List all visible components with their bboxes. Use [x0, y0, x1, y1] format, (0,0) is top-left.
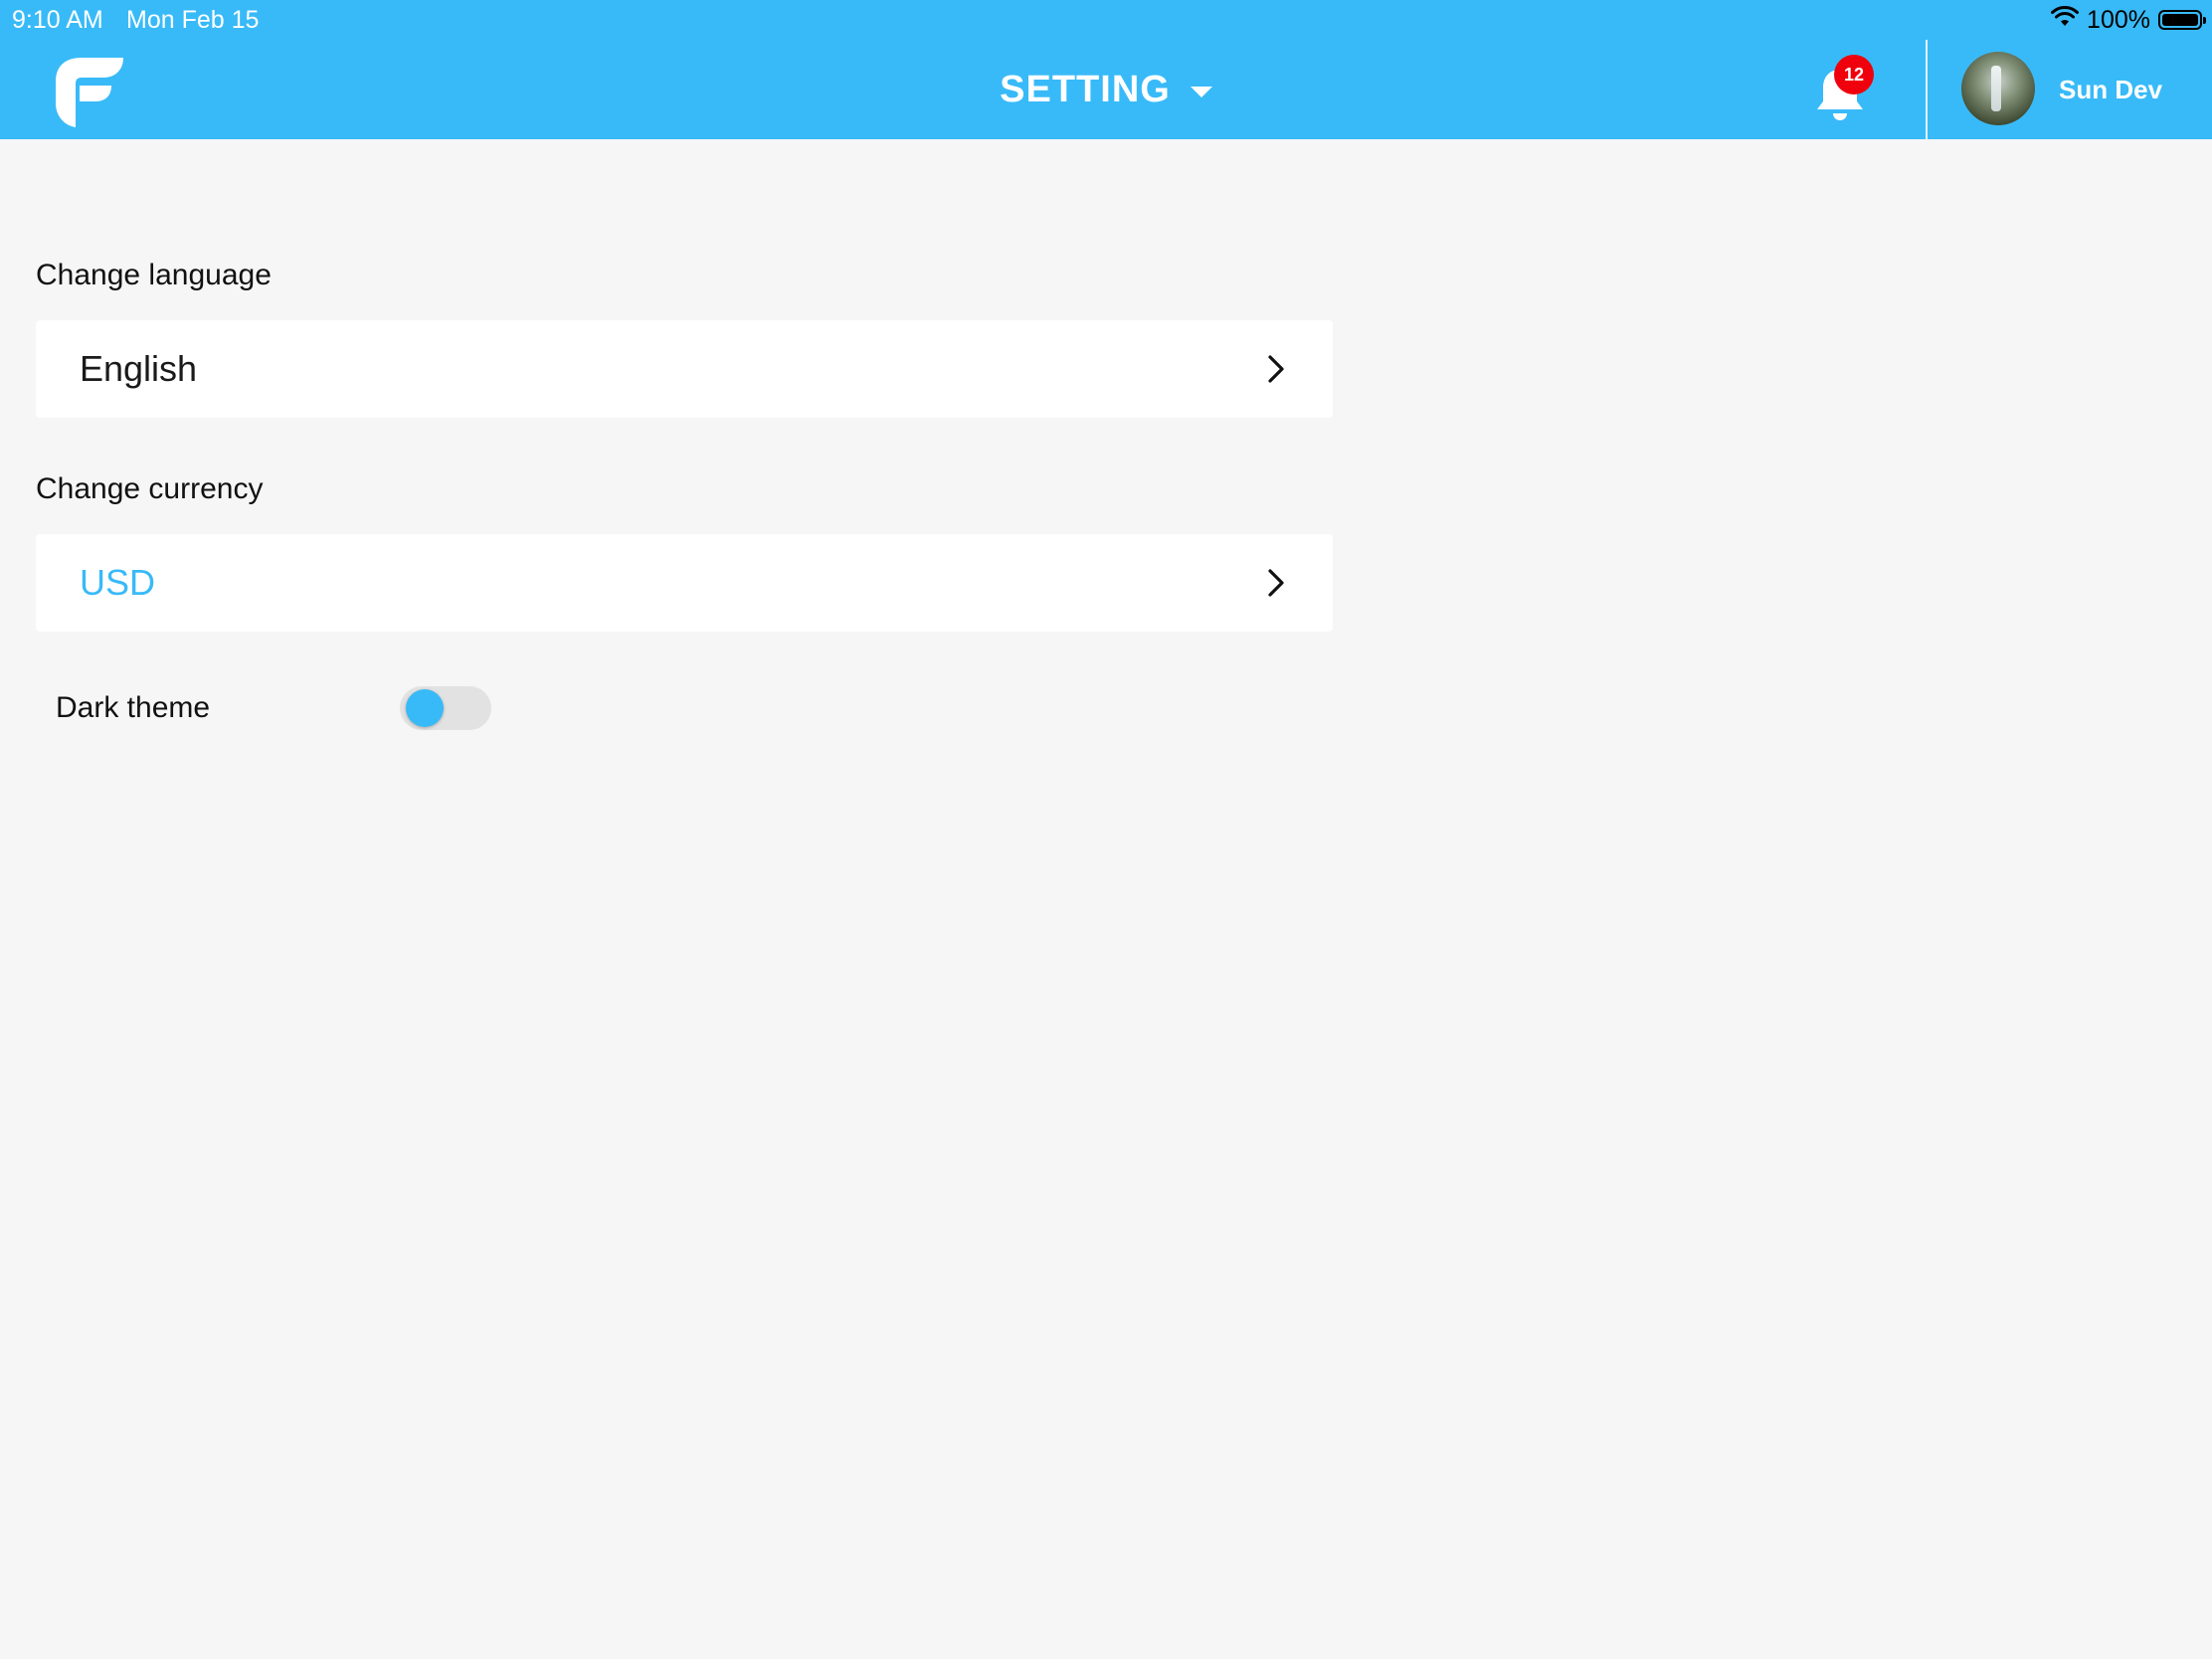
page-title-dropdown[interactable]: SETTING	[0, 62, 2212, 117]
toggle-thumb[interactable]	[406, 689, 444, 727]
language-section-label: Change language	[36, 259, 272, 291]
avatar[interactable]	[1961, 52, 2035, 125]
top-app-bar: 9:10 AM Mon Feb 15 100% SETTING 12 Sun D…	[0, 0, 2212, 139]
battery-percent: 100%	[2087, 5, 2150, 34]
battery-icon	[2158, 10, 2206, 30]
page-title: SETTING	[1000, 68, 1171, 110]
caret-down-icon	[1190, 86, 1212, 97]
user-name[interactable]: Sun Dev	[2059, 72, 2162, 107]
notification-badge[interactable]: 12	[1834, 55, 1874, 94]
currency-selector[interactable]: USD	[36, 534, 1333, 632]
dark-theme-label: Dark theme	[56, 691, 211, 724]
status-time: 9:10 AM	[12, 6, 103, 34]
status-indicators: 100%	[2051, 4, 2206, 36]
currency-value: USD	[80, 562, 156, 603]
currency-section-label: Change currency	[36, 472, 264, 505]
language-selector[interactable]: English	[36, 320, 1333, 418]
chevron-right-icon	[1263, 568, 1289, 598]
chevron-right-icon	[1263, 354, 1289, 384]
wifi-icon	[2051, 5, 2080, 35]
language-value: English	[80, 348, 198, 389]
status-date: Mon Feb 15	[126, 6, 260, 34]
header-divider	[1926, 40, 1928, 139]
